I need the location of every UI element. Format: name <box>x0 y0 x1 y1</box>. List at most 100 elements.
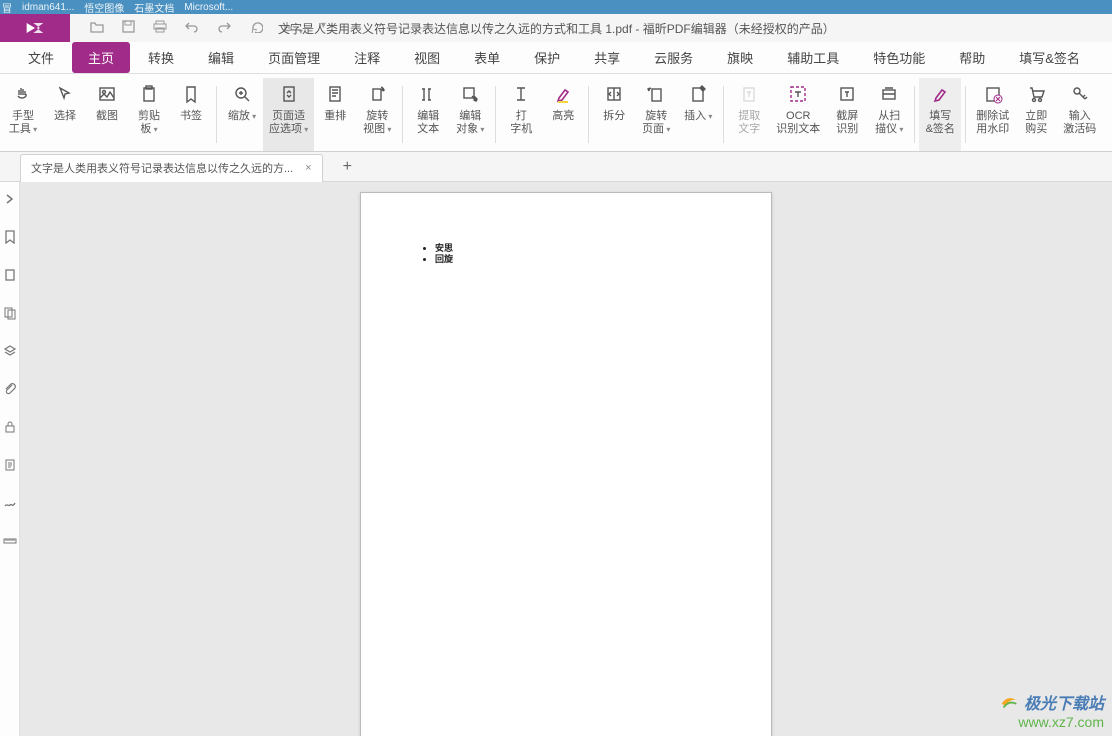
ribbon-key[interactable]: 输入激活码 <box>1057 78 1102 151</box>
pages2-panel-icon[interactable] <box>3 306 17 320</box>
ribbon-pagefit[interactable]: 页面适应选项 ▾ <box>263 78 314 151</box>
ribbon-reflow[interactable]: 重排 <box>314 78 356 151</box>
ribbon-label: 立即购买 <box>1025 110 1047 136</box>
ribbon-insert[interactable]: 插入 ▾ <box>677 78 719 151</box>
ribbon-label: 缩放 ▾ <box>228 110 256 123</box>
ribbon-select[interactable]: 选择 <box>44 78 86 151</box>
menu-注释[interactable]: 注释 <box>338 42 396 73</box>
window-title: 文字是人类用表义符号记录表达信息以传之久远的方式和工具 1.pdf - 福昕PD… <box>278 20 834 37</box>
snapshot-icon <box>95 82 119 106</box>
ribbon-split[interactable]: 拆分 <box>593 78 635 151</box>
ribbon-editobj[interactable]: 编辑对象 ▾ <box>449 78 491 151</box>
document-canvas[interactable]: 安思 回旋 <box>20 182 1112 736</box>
menu-文件[interactable]: 文件 <box>12 42 70 73</box>
app-logo[interactable] <box>0 14 70 42</box>
pdf-page: 安思 回旋 <box>360 192 772 736</box>
redo2-icon[interactable] <box>249 20 263 37</box>
document-tab-title: 文字是人类用表义符号记录表达信息以传之久远的方... <box>31 160 293 176</box>
attach-panel-icon[interactable] <box>3 382 17 396</box>
reflow-icon <box>323 82 347 106</box>
ribbon-label: 页面适应选项 ▾ <box>269 110 308 136</box>
pages-panel-icon[interactable] <box>3 268 17 282</box>
menu-填写&签名[interactable]: 填写&签名 <box>1003 42 1096 73</box>
ocr-icon <box>786 82 810 106</box>
form-panel-icon[interactable] <box>3 458 17 472</box>
highlight-icon <box>551 82 575 106</box>
bookmark-panel-icon[interactable] <box>3 230 17 244</box>
hand-icon <box>11 82 35 106</box>
ribbon-cart[interactable]: 立即购买 <box>1015 78 1057 151</box>
rotate-icon <box>365 82 389 106</box>
pagefit-icon <box>277 82 301 106</box>
menu-帮助[interactable]: 帮助 <box>943 42 1001 73</box>
cart-icon <box>1024 82 1048 106</box>
typewriter-icon <box>509 82 533 106</box>
ribbon-ocr[interactable]: OCR识别文本 <box>770 78 826 151</box>
watermark-icon <box>998 691 1020 713</box>
zoom-icon <box>230 82 254 106</box>
menu-转换[interactable]: 转换 <box>132 42 190 73</box>
menu-保护[interactable]: 保护 <box>518 42 576 73</box>
ribbon-clipboard[interactable]: 剪贴板 ▾ <box>128 78 170 151</box>
close-tab-icon[interactable]: × <box>305 162 311 174</box>
page-bullet-2: 回旋 <box>435 254 711 265</box>
menu-主页[interactable]: 主页 <box>72 42 130 73</box>
add-tab-button[interactable]: + <box>343 158 352 176</box>
menu-表单[interactable]: 表单 <box>458 42 516 73</box>
menu-旗映[interactable]: 旗映 <box>711 42 769 73</box>
ribbon-label: 删除试用水印 <box>976 110 1009 136</box>
side-arrow-icon[interactable] <box>3 192 17 206</box>
ribbon-scanner[interactable]: 从扫描仪 ▾ <box>868 78 910 151</box>
menu-共享[interactable]: 共享 <box>578 42 636 73</box>
ribbon-screenshot[interactable]: 截屏识别 <box>826 78 868 151</box>
redo-icon[interactable] <box>217 20 231 37</box>
ribbon-bookmark[interactable]: 书签 <box>170 78 212 151</box>
ribbon-highlight[interactable]: 高亮 <box>542 78 584 151</box>
open-icon[interactable] <box>90 20 104 37</box>
menu-bar: 文件主页转换编辑页面管理注释视图表单保护共享云服务旗映辅助工具特色功能帮助填写&… <box>0 42 1112 74</box>
ribbon-label: 从扫描仪 ▾ <box>875 110 903 136</box>
ribbon-label: 拆分 <box>603 110 625 123</box>
menu-辅助工具[interactable]: 辅助工具 <box>771 42 855 73</box>
ribbon-typewriter[interactable]: 打字机 <box>500 78 542 151</box>
ribbon-rotate[interactable]: 旋转视图 ▾ <box>356 78 398 151</box>
menu-编辑[interactable]: 编辑 <box>192 42 250 73</box>
menu-页面管理[interactable]: 页面管理 <box>252 42 336 73</box>
ribbon-label: 输入激活码 <box>1063 110 1096 136</box>
ribbon-snapshot[interactable]: 截图 <box>86 78 128 151</box>
menu-特色功能[interactable]: 特色功能 <box>857 42 941 73</box>
ribbon-rotatepage[interactable]: 旋转页面 ▾ <box>635 78 677 151</box>
watermark-url: www.xz7.com <box>998 714 1104 730</box>
ribbon-label: 剪贴板 ▾ <box>138 110 160 136</box>
ribbon-sign[interactable]: 填写&签名 <box>919 78 961 151</box>
layers-panel-icon[interactable] <box>3 344 17 358</box>
print-icon[interactable] <box>153 20 167 37</box>
side-panel <box>0 182 20 736</box>
undo-icon[interactable] <box>185 20 199 37</box>
menu-视图[interactable]: 视图 <box>398 42 456 73</box>
ribbon-label: 选择 <box>54 110 76 123</box>
editobj-icon <box>458 82 482 106</box>
ribbon-label: 打字机 <box>510 110 532 136</box>
sign-panel-icon[interactable] <box>3 496 17 510</box>
screenshot-icon <box>835 82 859 106</box>
page-bullet-1: 安思 <box>435 243 711 254</box>
ribbon-label: 旋转视图 ▾ <box>363 110 391 136</box>
extract-icon <box>737 82 761 106</box>
ribbon-delwm[interactable]: 删除试用水印 <box>970 78 1015 151</box>
document-tab[interactable]: 文字是人类用表义符号记录表达信息以传之久远的方... × <box>20 154 323 182</box>
security-panel-icon[interactable] <box>3 420 17 434</box>
ribbon-hand[interactable]: 手型工具 ▾ <box>2 78 44 151</box>
ribbon-label: 旋转页面 ▾ <box>642 110 670 136</box>
menu-云服务[interactable]: 云服务 <box>638 42 709 73</box>
sign-icon <box>928 82 952 106</box>
watermark-title: 极光下载站 <box>1024 690 1104 714</box>
ribbon-label: 编辑文本 <box>417 110 439 136</box>
ribbon-extract[interactable]: 提取文字 <box>728 78 770 151</box>
ribbon-edittext[interactable]: 编辑文本 <box>407 78 449 151</box>
ribbon-label: 插入 ▾ <box>684 110 712 123</box>
save-icon[interactable] <box>122 20 135 37</box>
ribbon-label: 提取文字 <box>738 110 760 136</box>
ribbon-zoom[interactable]: 缩放 ▾ <box>221 78 263 151</box>
ruler-panel-icon[interactable] <box>3 534 17 548</box>
